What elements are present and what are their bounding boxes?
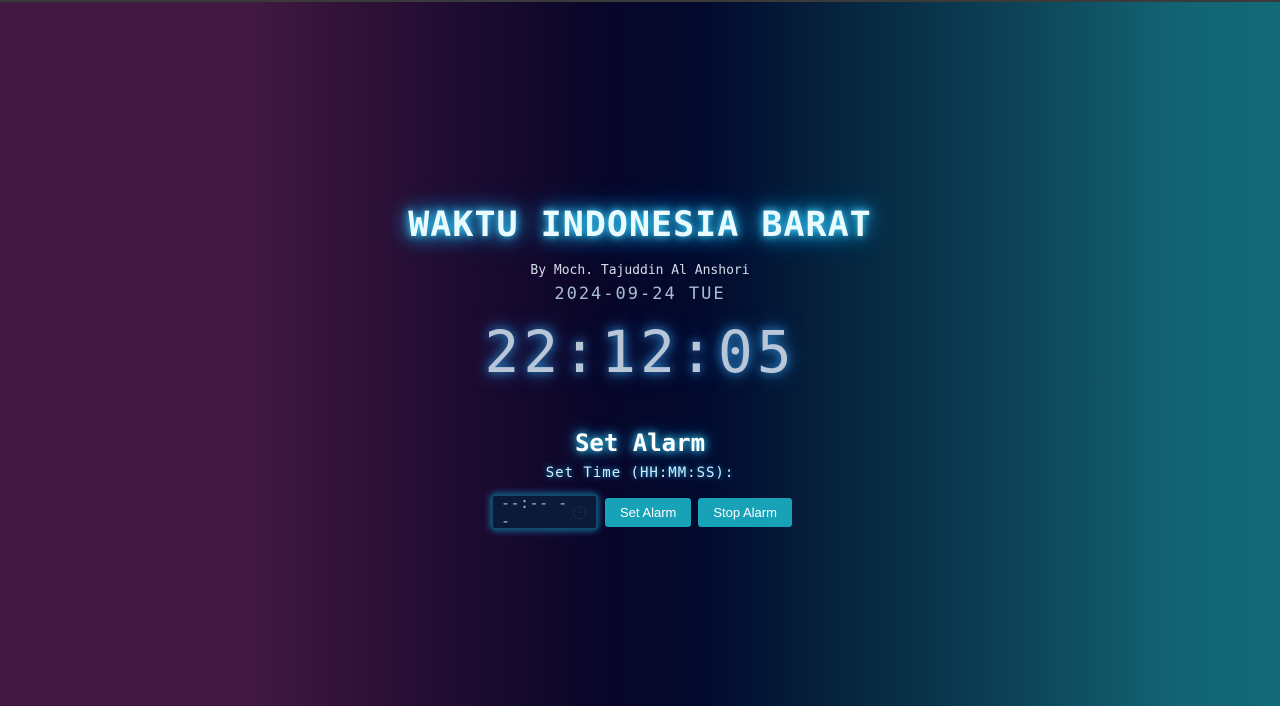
digital-clock: 22:12:05 xyxy=(484,318,796,386)
alarm-time-label: Set Time (HH:MM:SS): xyxy=(545,465,735,481)
page-title: WAKTU INDONESIA BARAT xyxy=(408,205,872,245)
alarm-heading: Set Alarm xyxy=(574,429,706,457)
author-credit: By Moch. Tajuddin Al Anshori xyxy=(530,263,750,278)
stop-alarm-button[interactable]: Stop Alarm xyxy=(698,497,792,527)
clock-app: WAKTU INDONESIA BARAT By Moch. Tajuddin … xyxy=(0,0,1280,706)
alarm-controls: --:-- -- Set Alarm Stop Alarm xyxy=(491,494,792,530)
set-alarm-button[interactable]: Set Alarm xyxy=(605,497,692,527)
current-date: 2024-09-24 TUE xyxy=(554,284,726,304)
alarm-time-value: --:-- -- xyxy=(501,494,568,530)
alarm-time-input[interactable]: --:-- -- xyxy=(491,494,598,530)
clock-icon[interactable] xyxy=(573,505,586,519)
